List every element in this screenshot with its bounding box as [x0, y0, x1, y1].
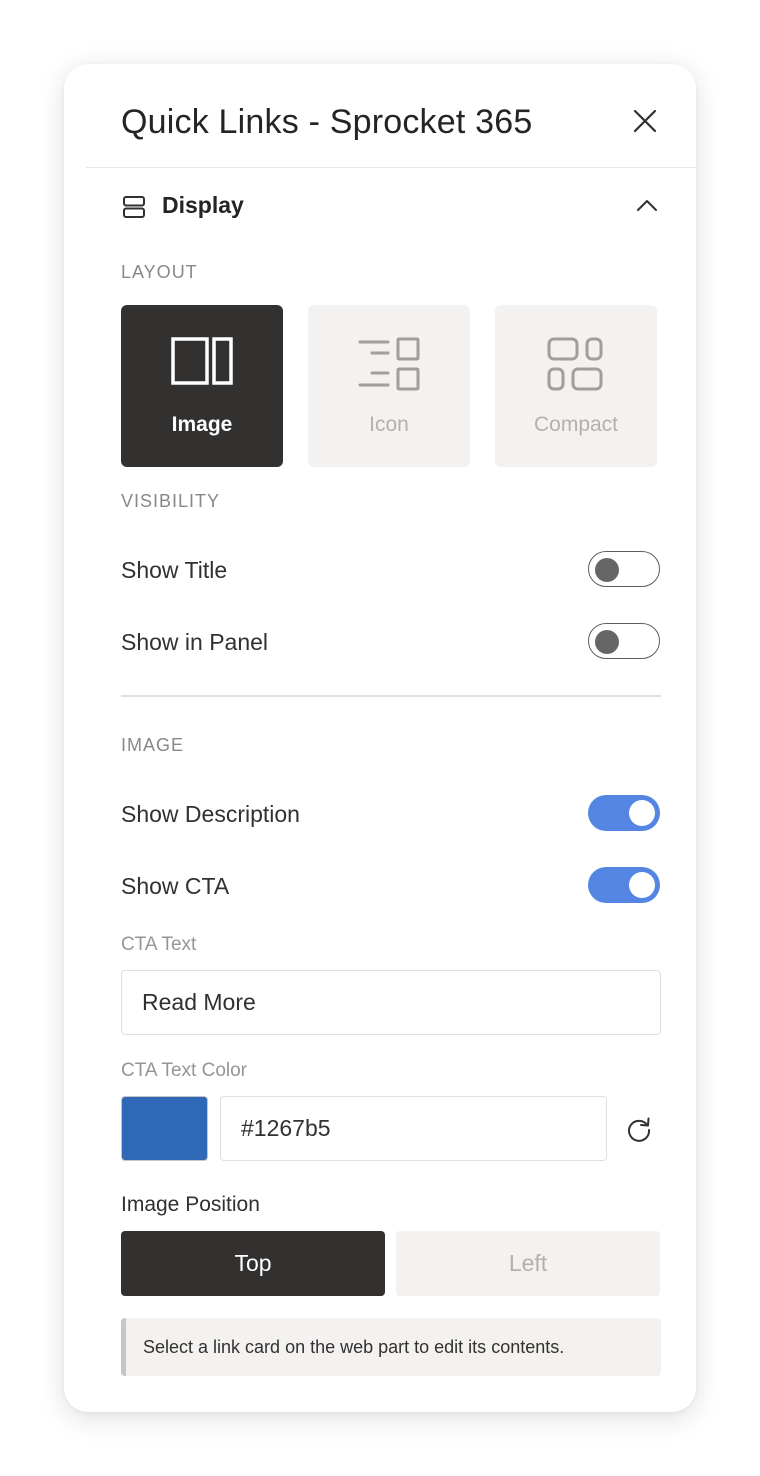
- layout-option-label: Compact: [533, 413, 619, 436]
- layout-caption: Layout: [121, 262, 198, 282]
- close-icon: [633, 109, 657, 133]
- show-cta-label: Show CTA: [121, 873, 230, 899]
- show-title-toggle[interactable]: [588, 551, 660, 587]
- toggle-knob: [595, 630, 619, 654]
- chevron-up-icon[interactable]: [634, 192, 660, 218]
- info-message: Select a link card on the web part to ed…: [121, 1318, 661, 1376]
- image-position-label: Image Position: [121, 1193, 260, 1216]
- section-title-display[interactable]: Display: [162, 192, 244, 219]
- compact-layout-icon: [547, 337, 603, 391]
- quick-links-properties-panel: Quick Links - Sprocket 365 Display Layou…: [64, 64, 696, 1412]
- cta-text-color-label: CTA Text Color: [121, 1060, 248, 1081]
- toggle-knob: [629, 800, 655, 826]
- layout-rows-icon: [123, 196, 145, 218]
- icon-layout-icon: [358, 337, 420, 391]
- layout-option-label: Icon: [369, 413, 409, 436]
- image-caption: Image: [121, 735, 185, 755]
- section-divider: [121, 695, 661, 697]
- cta-text-label: CTA Text: [121, 934, 197, 955]
- show-title-label: Show Title: [121, 557, 228, 583]
- image-position-left[interactable]: Left: [396, 1231, 660, 1296]
- visibility-caption: Visibility: [121, 491, 221, 511]
- panel-title: Quick Links - Sprocket 365: [121, 103, 533, 141]
- show-cta-toggle[interactable]: [588, 867, 660, 903]
- refresh-icon[interactable]: [624, 1114, 654, 1144]
- cta-text-input[interactable]: Read More: [121, 970, 661, 1035]
- header-divider: [86, 167, 696, 168]
- layout-option-label: Image: [171, 413, 233, 436]
- show-description-toggle[interactable]: [588, 795, 660, 831]
- toggle-knob: [595, 558, 619, 582]
- hex-color-input[interactable]: #1267b5: [220, 1096, 607, 1161]
- color-swatch[interactable]: [121, 1096, 208, 1161]
- close-button[interactable]: [630, 106, 660, 136]
- image-position-top[interactable]: Top: [121, 1231, 385, 1296]
- layout-option-icon[interactable]: Icon: [308, 305, 470, 467]
- layout-option-compact[interactable]: Compact: [495, 305, 657, 467]
- show-description-label: Show Description: [121, 801, 300, 827]
- image-layout-icon: [171, 337, 233, 385]
- toggle-knob: [629, 872, 655, 898]
- show-in-panel-toggle[interactable]: [588, 623, 660, 659]
- show-in-panel-label: Show in Panel: [121, 629, 269, 655]
- layout-option-image[interactable]: Image: [121, 305, 283, 467]
